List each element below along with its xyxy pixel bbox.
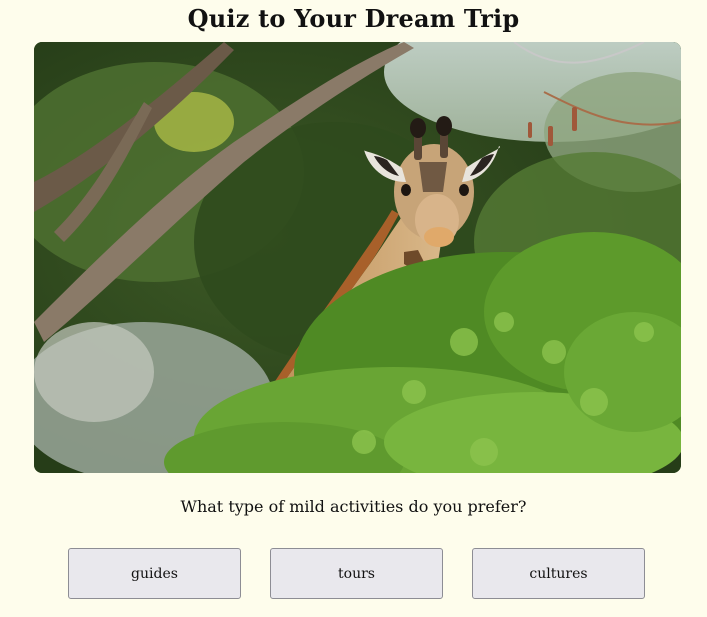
quiz-page: Quiz to Your Dream Trip What type of mil…: [0, 0, 707, 617]
quiz-question: What type of mild activities do you pref…: [180, 497, 527, 516]
answer-button-guides[interactable]: guides: [68, 548, 241, 599]
hero-image-giraffe: [34, 42, 681, 473]
answer-button-tours[interactable]: tours: [270, 548, 443, 599]
page-title: Quiz to Your Dream Trip: [187, 4, 520, 33]
answer-options: guides tours cultures: [68, 548, 648, 601]
answer-button-cultures[interactable]: cultures: [472, 548, 645, 599]
